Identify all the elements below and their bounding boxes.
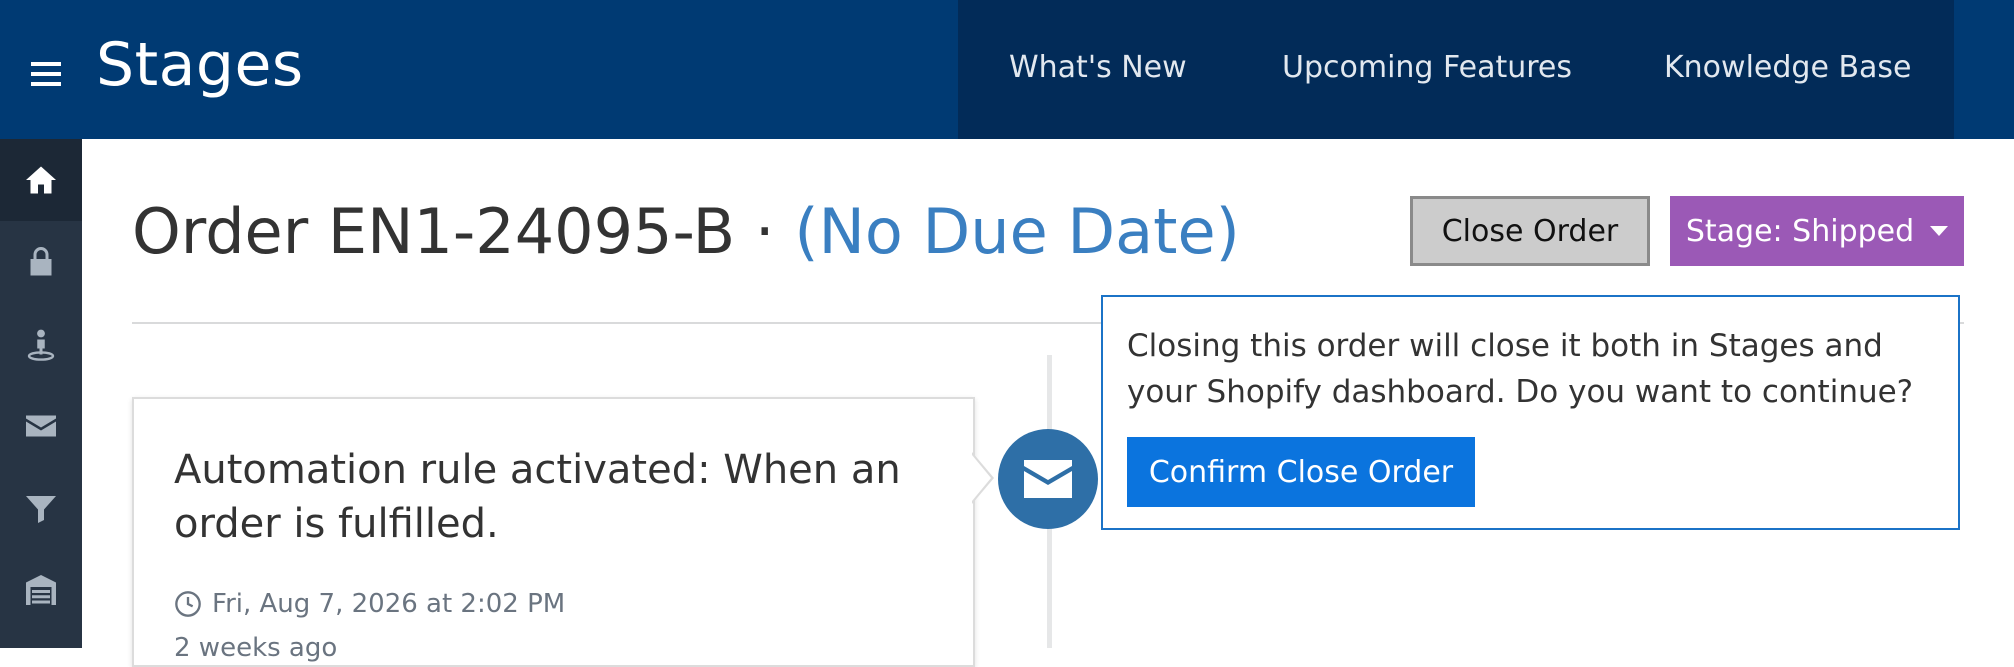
card-pointer-fill — [972, 455, 991, 501]
event-time-text: Fri, Aug 7, 2026 at 2:02 PM — [212, 589, 566, 619]
top-nav-links: What's New Upcoming Features Knowledge B… — [958, 0, 1954, 139]
warehouse-icon — [26, 575, 56, 605]
home-icon — [26, 166, 56, 194]
stage-dropdown-button[interactable]: Stage: Shipped — [1670, 196, 1964, 266]
sidebar-item-person[interactable] — [0, 303, 82, 385]
close-order-button[interactable]: Close Order — [1410, 196, 1650, 266]
sidebar-item-mail[interactable] — [0, 385, 82, 467]
person-pin-icon — [27, 329, 55, 361]
page-title: Order EN1-24095-B · (No Due Date) — [132, 195, 1240, 268]
confirm-close-order-button[interactable]: Confirm Close Order — [1127, 437, 1475, 507]
event-title: Automation rule activated: When an order… — [174, 447, 901, 547]
envelope-icon — [26, 415, 56, 437]
timeline-event-card: Automation rule activated: When an order… — [132, 397, 975, 667]
nav-knowledge-base[interactable]: Knowledge Base — [1664, 50, 1912, 85]
hamburger-menu-icon[interactable] — [28, 62, 64, 90]
popover-message: Closing this order will close it both in… — [1127, 328, 1914, 410]
sidebar-item-filter[interactable] — [0, 467, 82, 549]
nav-whats-new[interactable]: What's New — [1009, 50, 1187, 85]
clock-icon — [175, 591, 201, 617]
stage-label: Stage: Shipped — [1685, 213, 1915, 249]
sidebar-item-home[interactable] — [0, 139, 82, 221]
sidebar-item-warehouse[interactable] — [0, 549, 82, 631]
timeline-mail-icon-badge — [998, 429, 1098, 529]
lock-icon — [30, 247, 52, 276]
nav-upcoming-features[interactable]: Upcoming Features — [1282, 50, 1572, 85]
filter-icon — [26, 496, 56, 523]
event-timestamp: Fri, Aug 7, 2026 at 2:02 PM — [174, 589, 565, 619]
order-number: Order EN1-24095-B · — [132, 195, 795, 268]
sidebar-item-lock[interactable] — [0, 221, 82, 303]
envelope-icon — [1024, 460, 1072, 498]
brand-title[interactable]: Stages — [96, 30, 304, 100]
close-order-confirm-popover: Closing this order will close it both in… — [1101, 295, 1960, 530]
top-navbar: Stages What's New Upcoming Features Know… — [0, 0, 2014, 139]
caret-down-icon — [1930, 226, 1949, 236]
due-date[interactable]: (No Due Date) — [794, 195, 1239, 268]
event-relative-time: 2 weeks ago — [174, 633, 338, 663]
sidebar — [0, 139, 82, 648]
